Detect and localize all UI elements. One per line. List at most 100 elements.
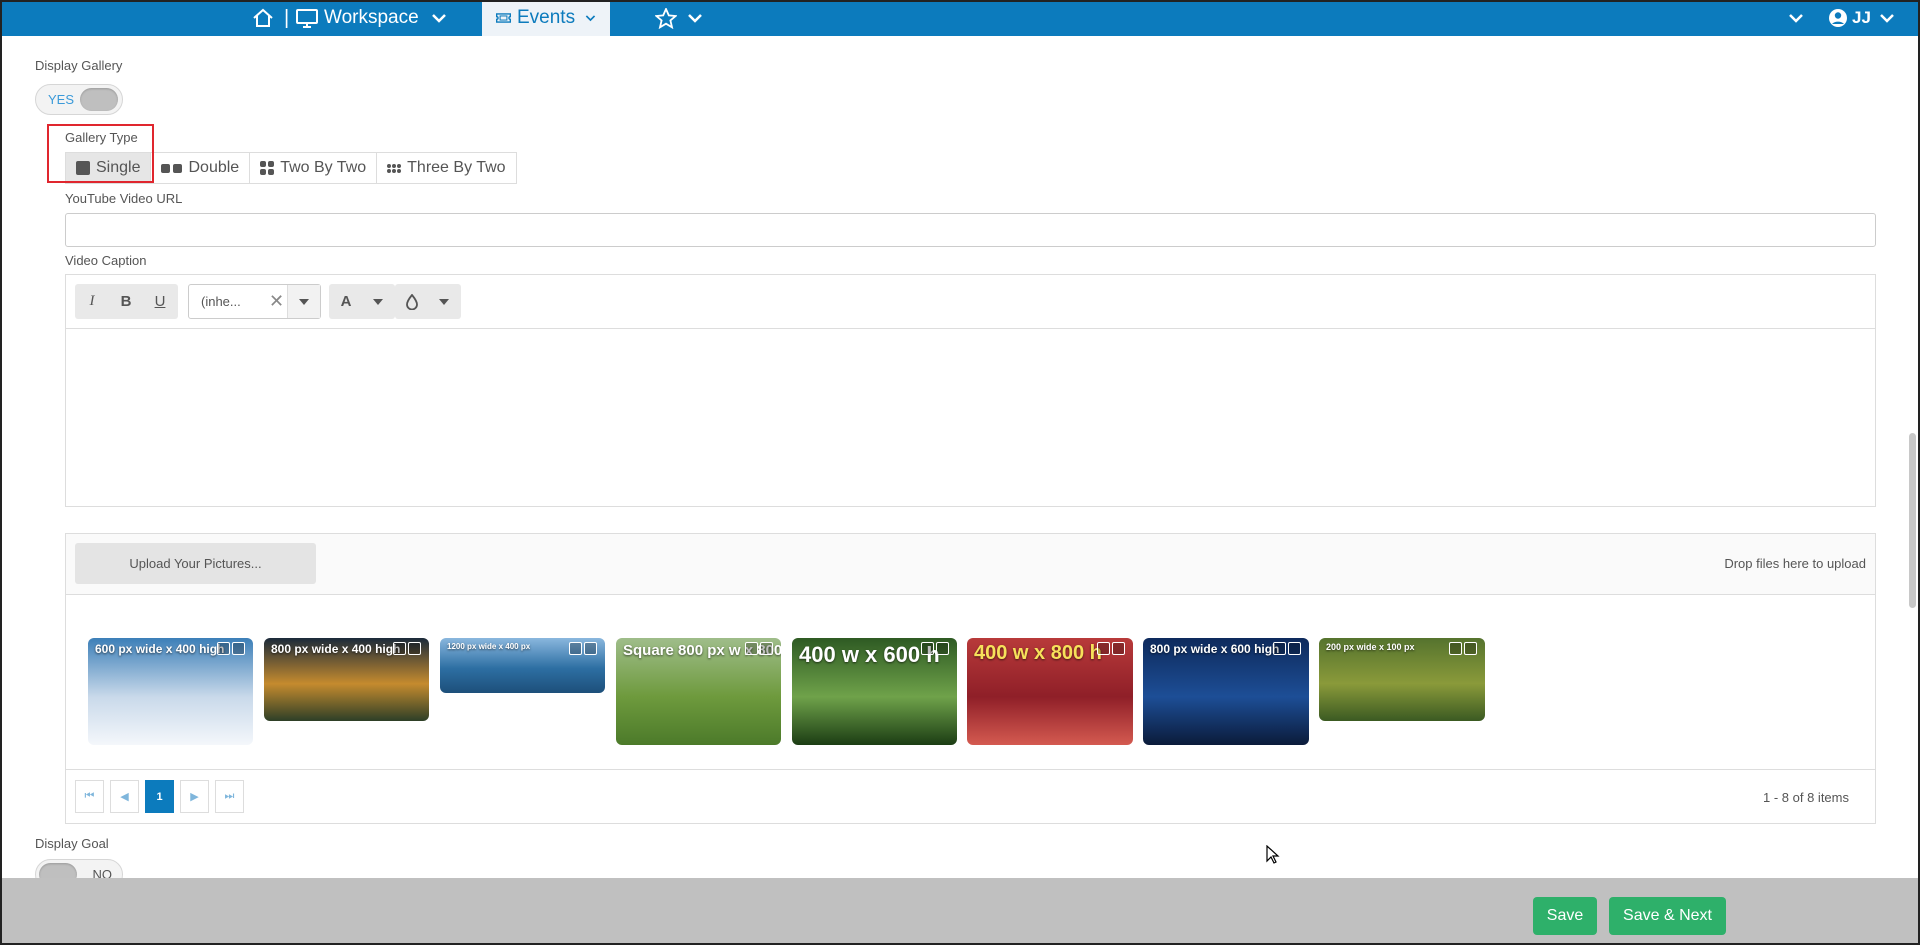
trash-icon[interactable] bbox=[1288, 642, 1301, 655]
scrollbar[interactable] bbox=[1909, 433, 1916, 608]
edit-icon[interactable] bbox=[1273, 642, 1286, 655]
gallery-thumbnail[interactable]: 1200 px wide x 400 px bbox=[440, 638, 605, 693]
top-nav: | Workspace Events JJ bbox=[0, 0, 1920, 36]
chevron-down-icon bbox=[1880, 14, 1894, 23]
mouse-cursor-icon bbox=[1266, 845, 1280, 864]
edit-icon[interactable] bbox=[1449, 642, 1462, 655]
ticket-icon bbox=[496, 13, 511, 23]
underline-button[interactable]: U bbox=[143, 284, 177, 319]
font-family-combo[interactable]: (inhe... ✕ bbox=[188, 284, 321, 319]
youtube-url-input[interactable] bbox=[65, 213, 1876, 247]
highlight-box bbox=[47, 124, 154, 183]
drop-zone-hint: Drop files here to upload bbox=[1724, 556, 1866, 571]
trash-icon[interactable] bbox=[408, 642, 421, 655]
font-dropdown-button[interactable] bbox=[287, 285, 320, 318]
edit-icon[interactable] bbox=[393, 642, 406, 655]
gallery-type-two-by-two[interactable]: Two By Two bbox=[250, 153, 378, 183]
clear-icon[interactable]: ✕ bbox=[269, 291, 287, 312]
thumbnail-caption: 200 px wide x 100 px bbox=[1326, 642, 1415, 652]
last-page-button[interactable]: ⏭ bbox=[215, 780, 244, 813]
thumbnail-caption: 400 w x 600 h bbox=[799, 642, 940, 667]
edit-icon[interactable] bbox=[921, 642, 934, 655]
gallery-thumbnail[interactable]: Square 800 px w x 800 px h bbox=[616, 638, 781, 745]
text-color-icon: A bbox=[340, 293, 352, 310]
prev-page-button[interactable]: ◀ bbox=[110, 780, 139, 813]
bold-button[interactable]: B bbox=[109, 284, 143, 319]
grid-3x2-icon bbox=[387, 163, 402, 173]
edit-icon[interactable] bbox=[217, 642, 230, 655]
monitor-icon bbox=[296, 8, 318, 28]
chevron-down-icon bbox=[431, 14, 446, 23]
chevron-down-icon bbox=[688, 14, 702, 23]
edit-icon[interactable] bbox=[569, 642, 582, 655]
thumbnail-caption: 1200 px wide x 400 px bbox=[447, 642, 531, 651]
upload-pictures-button[interactable]: Upload Your Pictures... bbox=[75, 543, 316, 584]
nav-more[interactable] bbox=[1788, 0, 1804, 36]
gallery-thumbnail[interactable]: 800 px wide x 400 high bbox=[264, 638, 429, 721]
nav-favorites[interactable] bbox=[655, 0, 703, 36]
display-gallery-label: Display Gallery bbox=[35, 58, 123, 73]
upload-header: Upload Your Pictures... Drop files here … bbox=[66, 534, 1875, 595]
trash-icon[interactable] bbox=[232, 642, 245, 655]
thumbnail-caption: 800 px wide x 400 high bbox=[271, 642, 401, 656]
home-link[interactable] bbox=[252, 0, 274, 36]
gallery-thumbnail[interactable]: 200 px wide x 100 px bbox=[1319, 638, 1485, 721]
thumbnail-actions bbox=[569, 642, 597, 655]
toggle-knob bbox=[80, 88, 118, 111]
workspace-label: Workspace bbox=[324, 7, 419, 28]
video-caption-label: Video Caption bbox=[65, 253, 147, 268]
pager-info: 1 - 8 of 8 items bbox=[1763, 790, 1849, 805]
user-menu[interactable]: JJ bbox=[1828, 0, 1895, 36]
editor-content-area[interactable] bbox=[66, 329, 1875, 506]
first-page-button[interactable]: ⏮ bbox=[75, 780, 104, 813]
upload-panel: Upload Your Pictures... Drop files here … bbox=[65, 533, 1876, 824]
save-next-button[interactable]: Save & Next bbox=[1609, 897, 1726, 935]
thumbnail-caption: 600 px wide x 400 high bbox=[95, 642, 225, 656]
trash-icon[interactable] bbox=[760, 642, 773, 655]
thumbnail-actions bbox=[1097, 642, 1125, 655]
caret-down-icon bbox=[439, 298, 449, 305]
gallery-thumbnail[interactable]: 400 w x 800 h bbox=[967, 638, 1133, 745]
gallery-thumbnail[interactable]: 600 px wide x 400 high bbox=[88, 638, 253, 745]
thumbnail-actions bbox=[1449, 642, 1477, 655]
trash-icon[interactable] bbox=[936, 642, 949, 655]
page-number-button[interactable]: 1 bbox=[145, 780, 174, 813]
text-color-picker[interactable]: A bbox=[329, 284, 395, 319]
gallery-thumbnail[interactable]: 800 px wide x 600 high bbox=[1143, 638, 1309, 745]
gallery-type-three-by-two[interactable]: Three By Two bbox=[377, 153, 515, 183]
thumbnail-actions bbox=[393, 642, 421, 655]
display-gallery-toggle[interactable]: YES bbox=[35, 84, 123, 115]
trash-icon[interactable] bbox=[584, 642, 597, 655]
nav-workspace[interactable]: Workspace bbox=[296, 0, 447, 36]
video-caption-editor: I B U (inhe... ✕ A bbox=[65, 274, 1876, 507]
gallery-thumbnail[interactable]: 400 w x 600 h bbox=[792, 638, 957, 745]
nav-separator: | bbox=[284, 6, 290, 29]
thumbnail-actions bbox=[1273, 642, 1301, 655]
events-label: Events bbox=[517, 7, 576, 28]
edit-icon[interactable] bbox=[745, 642, 758, 655]
italic-button[interactable]: I bbox=[75, 284, 109, 319]
trash-icon[interactable] bbox=[1464, 642, 1477, 655]
caret-down-icon bbox=[299, 298, 309, 305]
double-icon bbox=[161, 163, 183, 173]
edit-icon[interactable] bbox=[1097, 642, 1110, 655]
gallery-type-double[interactable]: Double bbox=[151, 153, 251, 183]
pager: ⏮ ◀ 1 ▶ ⏭ 1 - 8 of 8 items bbox=[66, 770, 1875, 824]
home-icon bbox=[253, 8, 273, 27]
star-icon bbox=[655, 7, 677, 29]
thumbnail-caption: 400 w x 800 h bbox=[974, 642, 1102, 664]
grid-2x2-icon bbox=[260, 161, 275, 175]
format-group: I B U bbox=[75, 284, 178, 319]
save-button[interactable]: Save bbox=[1533, 897, 1597, 935]
trash-icon[interactable] bbox=[1112, 642, 1125, 655]
next-page-button[interactable]: ▶ bbox=[180, 780, 209, 813]
thumbnail-actions bbox=[921, 642, 949, 655]
display-goal-label: Display Goal bbox=[35, 836, 109, 851]
droplet-icon bbox=[395, 284, 429, 319]
chevron-down-icon bbox=[585, 15, 596, 22]
nav-events[interactable]: Events bbox=[482, 0, 610, 36]
background-color-picker[interactable] bbox=[395, 284, 461, 319]
thumbnail-list: 600 px wide x 400 high 800 px wide x 400 … bbox=[66, 595, 1875, 770]
user-label: JJ bbox=[1852, 8, 1871, 27]
thumbnail-actions bbox=[217, 642, 245, 655]
